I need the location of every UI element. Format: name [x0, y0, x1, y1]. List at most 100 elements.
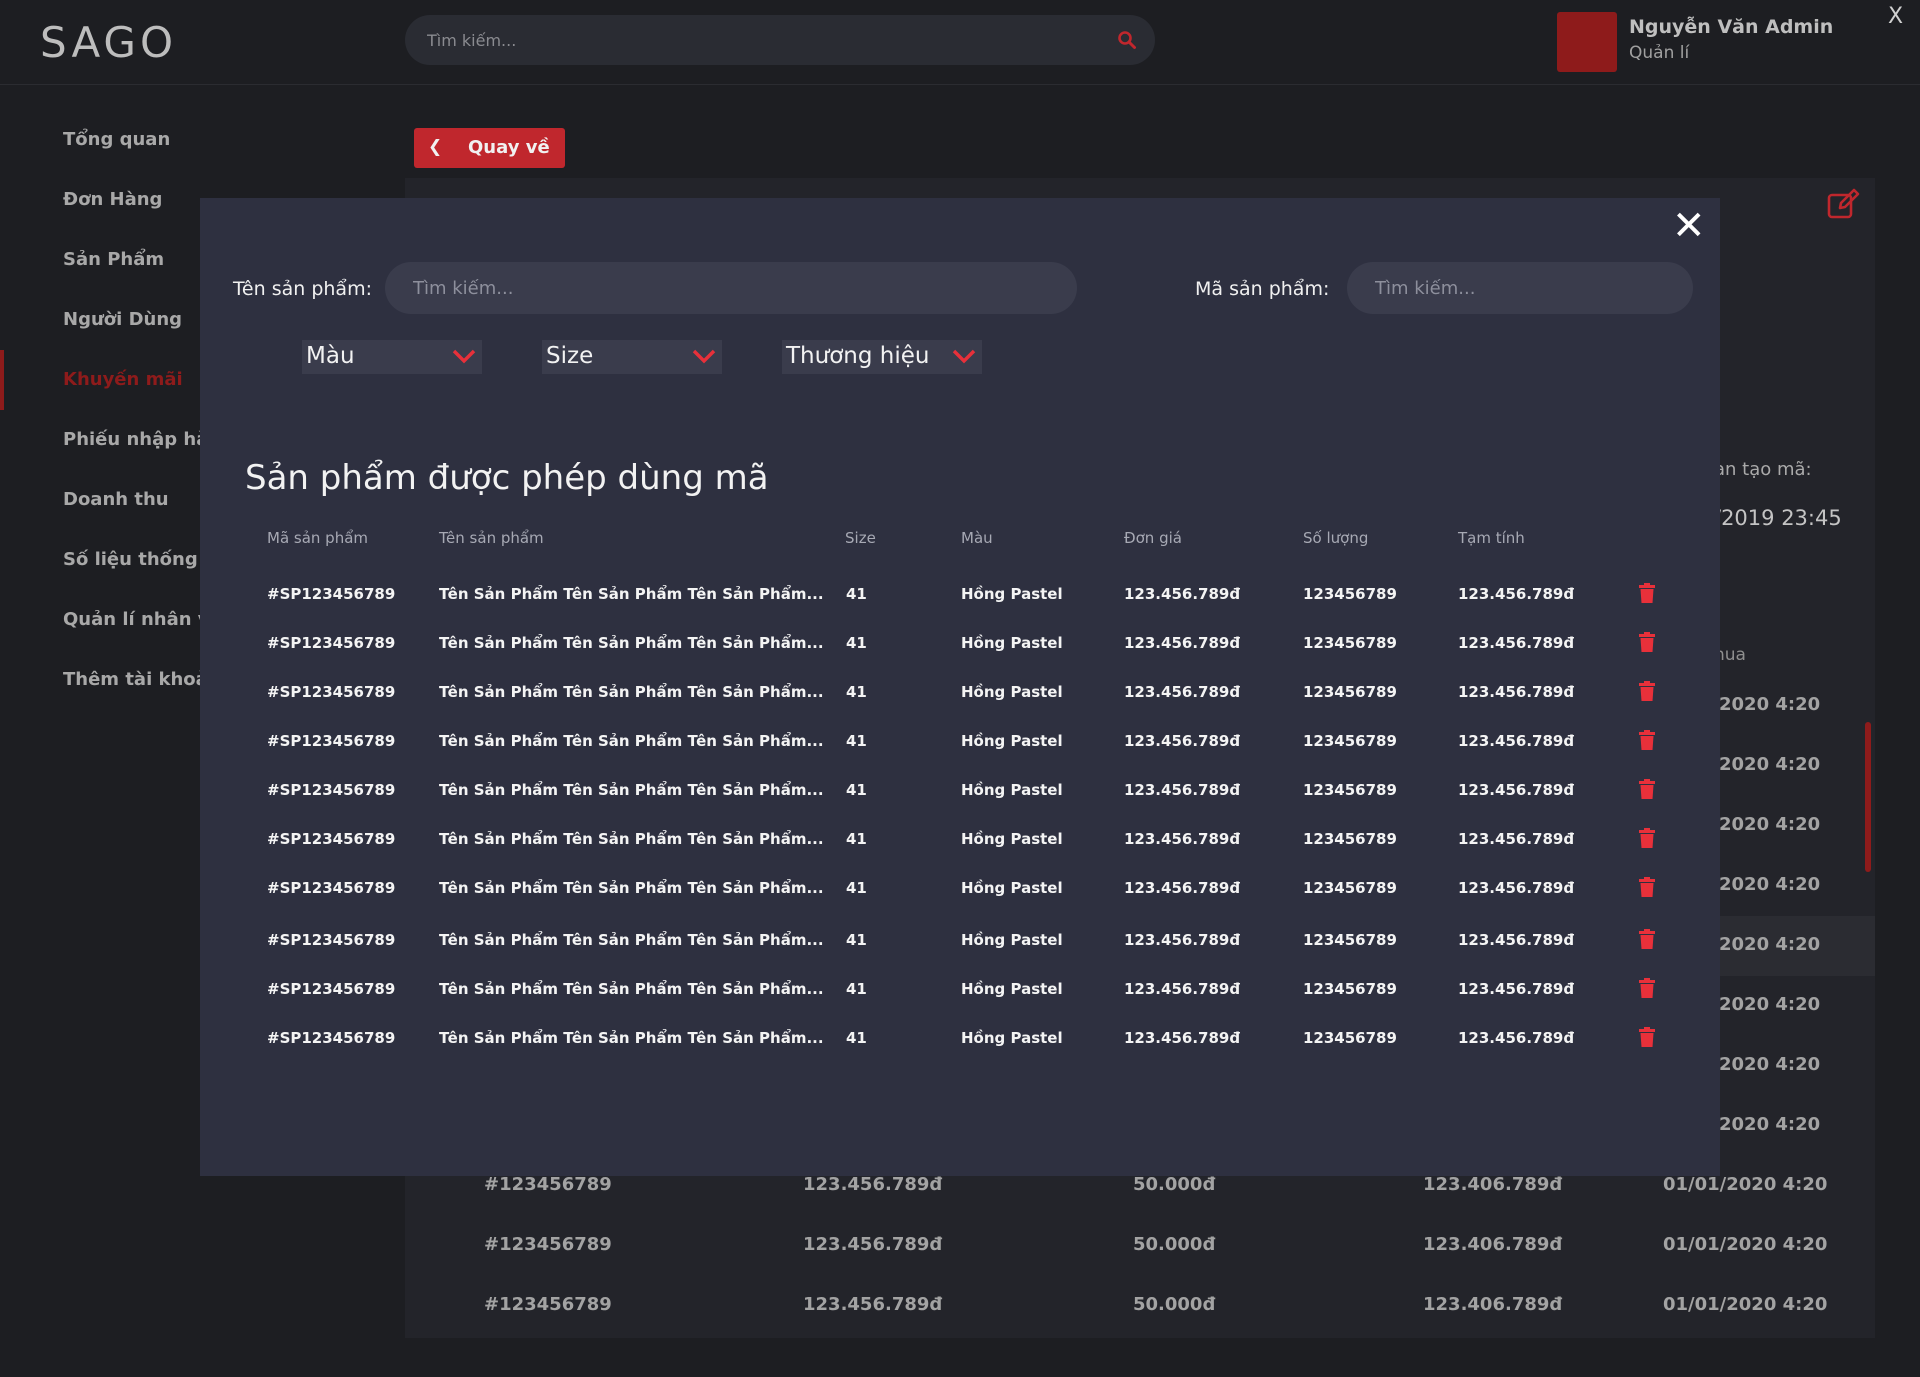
edit-icon[interactable]	[1826, 188, 1860, 222]
trash-icon[interactable]	[1638, 828, 1656, 848]
size-filter-label: Size	[546, 343, 594, 369]
sidebar-item-products[interactable]: Sản Phẩm	[0, 230, 200, 290]
product-name: Tên Sản Phẩm Tên Sản Phẩm Tên Sản Phẩm..…	[439, 732, 824, 750]
trash-icon[interactable]	[1638, 1027, 1656, 1047]
order-discount: 50.000đ	[1133, 1174, 1216, 1195]
table-row[interactable]: #SP123456789 Tên Sản Phẩm Tên Sản Phẩm T…	[200, 625, 1720, 665]
product-code: #SP123456789	[267, 1029, 396, 1047]
sidebar-item-overview[interactable]: Tổng quan	[0, 110, 200, 170]
time-cell: 2020 4:20	[1719, 934, 1821, 955]
product-size: 41	[846, 683, 867, 701]
product-subtotal: 123.456.789đ	[1458, 879, 1575, 897]
sidebar-item-statistics[interactable]: Số liệu thống kê	[0, 530, 200, 590]
product-price: 123.456.789đ	[1124, 980, 1241, 998]
order-total: 123.406.789đ	[1423, 1234, 1563, 1255]
product-price: 123.456.789đ	[1124, 879, 1241, 897]
product-subtotal: 123.456.789đ	[1458, 980, 1575, 998]
sidebar-item-staff[interactable]: Quản lí nhân viên	[0, 590, 200, 650]
user-role: Quản lí	[1629, 43, 1690, 63]
trash-icon[interactable]	[1638, 632, 1656, 652]
trash-icon[interactable]	[1638, 978, 1656, 998]
top-bar: SAGO Nguyễn Văn Admin Quản lí X	[0, 0, 1920, 85]
trash-icon[interactable]	[1638, 681, 1656, 701]
order-date: 01/01/2020 4:20	[1663, 1294, 1828, 1315]
product-code: #SP123456789	[267, 585, 396, 603]
sidebar-item-promotions[interactable]: Khuyến mãi	[0, 350, 200, 410]
color-filter-dropdown[interactable]: Màu	[302, 340, 482, 374]
time-cell: 2020 4:20	[1719, 994, 1821, 1015]
search-icon[interactable]	[1117, 30, 1137, 50]
product-name-search-input[interactable]	[385, 262, 1077, 314]
product-size: 41	[846, 879, 867, 897]
sidebar-item-label: Số liệu thống kê	[63, 549, 200, 570]
column-header-subtotal: Tạm tính	[1458, 529, 1525, 547]
trash-icon[interactable]	[1638, 730, 1656, 750]
table-row[interactable]: #SP123456789 Tên Sản Phẩm Tên Sản Phẩm T…	[200, 870, 1720, 910]
table-row[interactable]: #SP123456789 Tên Sản Phẩm Tên Sản Phẩm T…	[200, 971, 1720, 1011]
order-date: 01/01/2020 4:20	[1663, 1174, 1828, 1195]
created-label: an tạo mã:	[1714, 459, 1812, 480]
product-subtotal: 123.456.789đ	[1458, 732, 1575, 750]
product-price: 123.456.789đ	[1124, 830, 1241, 848]
product-color: Hồng Pastel	[961, 781, 1063, 799]
sidebar-item-label: Đơn Hàng	[63, 189, 163, 210]
column-header-size: Size	[845, 529, 876, 547]
sidebar-item-revenue[interactable]: Doanh thu	[0, 470, 200, 530]
table-row[interactable]: #SP123456789 Tên Sản Phẩm Tên Sản Phẩm T…	[200, 922, 1720, 962]
product-color: Hồng Pastel	[961, 634, 1063, 652]
sidebar-item-label: Sản Phẩm	[63, 249, 165, 270]
order-amount: 123.456.789đ	[803, 1294, 943, 1315]
back-button[interactable]: ❮ Quay về	[414, 128, 565, 168]
sidebar-item-users[interactable]: Người Dùng	[0, 290, 200, 350]
sidebar-item-orders[interactable]: Đơn Hàng	[0, 170, 200, 230]
product-price: 123.456.789đ	[1124, 781, 1241, 799]
product-code: #SP123456789	[267, 732, 396, 750]
table-row[interactable]: #SP123456789 Tên Sản Phẩm Tên Sản Phẩm T…	[200, 772, 1720, 812]
table-row[interactable]: #SP123456789 Tên Sản Phẩm Tên Sản Phẩm T…	[200, 674, 1720, 714]
window-close-button[interactable]: X	[1888, 4, 1903, 29]
table-row[interactable]: #SP123456789 Tên Sản Phẩm Tên Sản Phẩm T…	[200, 576, 1720, 616]
allowed-products-modal: ✕ Tên sản phẩm: Mã sản phẩm: Màu Size Th…	[200, 198, 1720, 1176]
trash-icon[interactable]	[1638, 929, 1656, 949]
avatar[interactable]	[1557, 12, 1617, 72]
global-search-input[interactable]	[427, 15, 1087, 65]
sidebar-item-label: Quản lí nhân viên	[63, 609, 200, 630]
product-price: 123.456.789đ	[1124, 585, 1241, 603]
close-icon[interactable]: ✕	[1672, 206, 1706, 246]
product-qty: 123456789	[1303, 634, 1397, 652]
product-price: 123.456.789đ	[1124, 732, 1241, 750]
table-row[interactable]: #SP123456789 Tên Sản Phẩm Tên Sản Phẩm T…	[200, 1020, 1720, 1060]
created-date: /2019 23:45	[1714, 506, 1842, 530]
table-row[interactable]: #SP123456789 Tên Sản Phẩm Tên Sản Phẩm T…	[200, 723, 1720, 763]
product-size: 41	[846, 931, 867, 949]
product-subtotal: 123.456.789đ	[1458, 585, 1575, 603]
scrollbar[interactable]	[1865, 722, 1871, 872]
table-row[interactable]: #SP123456789 Tên Sản Phẩm Tên Sản Phẩm T…	[200, 821, 1720, 861]
product-subtotal: 123.456.789đ	[1458, 634, 1575, 652]
logo[interactable]: SAGO	[40, 18, 177, 67]
product-name: Tên Sản Phẩm Tên Sản Phẩm Tên Sản Phẩm..…	[439, 585, 824, 603]
sidebar-item-label: Thêm tài khoản	[63, 669, 200, 690]
product-code-search-input[interactable]	[1347, 262, 1693, 314]
trash-icon[interactable]	[1638, 877, 1656, 897]
sidebar-item-label: Doanh thu	[63, 489, 169, 510]
column-header-name: Tên sản phẩm	[439, 529, 544, 547]
order-discount: 50.000đ	[1133, 1234, 1216, 1255]
size-filter-dropdown[interactable]: Size	[542, 340, 722, 374]
color-filter-label: Màu	[306, 343, 355, 369]
product-qty: 123456789	[1303, 1029, 1397, 1047]
sidebar-item-import-receipts[interactable]: Phiếu nhập hàng	[0, 410, 200, 470]
modal-title: Sản phẩm được phép dùng mã	[245, 458, 769, 498]
product-size: 41	[846, 585, 867, 603]
sidebar-item-add-account[interactable]: Thêm tài khoản	[0, 650, 200, 710]
trash-icon[interactable]	[1638, 583, 1656, 603]
product-color: Hồng Pastel	[961, 830, 1063, 848]
product-size: 41	[846, 781, 867, 799]
product-color: Hồng Pastel	[961, 585, 1063, 603]
product-qty: 123456789	[1303, 931, 1397, 949]
trash-icon[interactable]	[1638, 779, 1656, 799]
product-name: Tên Sản Phẩm Tên Sản Phẩm Tên Sản Phẩm..…	[439, 683, 824, 701]
user-name[interactable]: Nguyễn Văn Admin	[1629, 16, 1833, 38]
brand-filter-dropdown[interactable]: Thương hiệu	[782, 340, 982, 374]
product-qty: 123456789	[1303, 683, 1397, 701]
